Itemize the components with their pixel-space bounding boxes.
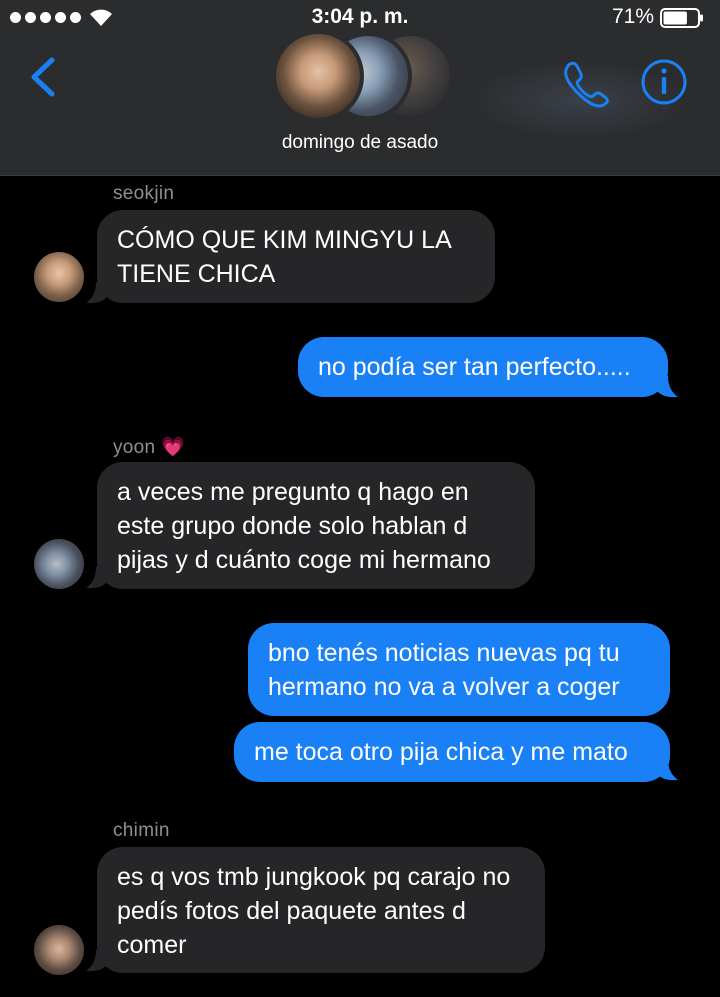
message-bubble-outgoing[interactable]: bno tenés noticias nuevas pq tu hermano …	[248, 623, 670, 716]
message-bubble-incoming[interactable]: es q vos tmb jungkook pq carajo no pedís…	[97, 847, 545, 973]
group-avatars[interactable]	[272, 30, 454, 122]
message-bubble-outgoing[interactable]: no podía ser tan perfecto.....	[298, 337, 668, 397]
avatar-chimin[interactable]	[34, 925, 84, 975]
sender-name: yoon 💗	[113, 437, 185, 458]
chat-header: 3:04 p. m. 71% domingo de asado	[0, 0, 720, 176]
message-bubble-incoming[interactable]: a veces me pregunto q hago en este grupo…	[97, 462, 535, 589]
info-icon	[641, 59, 687, 105]
message-bubble-outgoing[interactable]: me toca otro pija chica y me mato	[234, 722, 670, 782]
status-bar: 3:04 p. m. 71%	[0, 0, 720, 34]
battery-icon	[660, 8, 703, 28]
chevron-left-icon	[31, 57, 55, 97]
message-text: CÓMO QUE KIM MINGYU LA TIENE CHICA	[117, 226, 451, 288]
phone-icon	[564, 61, 609, 108]
message-text: a veces me pregunto q hago en este grupo…	[117, 478, 491, 574]
avatar-yoon[interactable]	[34, 539, 84, 589]
message-text: es q vos tmb jungkook pq carajo no pedís…	[117, 863, 511, 959]
call-button[interactable]	[560, 58, 610, 108]
message-text: no podía ser tan perfecto.....	[318, 353, 631, 381]
avatar-seokjin[interactable]	[34, 252, 84, 302]
group-name[interactable]: domingo de asado	[0, 132, 720, 154]
battery-percent: 71%	[612, 5, 655, 28]
group-avatar-1	[272, 30, 364, 122]
back-button[interactable]	[22, 52, 66, 102]
sender-name: chimin	[113, 820, 170, 841]
message-text: me toca otro pija chica y me mato	[254, 738, 628, 766]
message-bubble-incoming[interactable]: CÓMO QUE KIM MINGYU LA TIENE CHICA	[97, 210, 495, 303]
info-button[interactable]	[640, 58, 688, 106]
sender-name: seokjin	[113, 183, 175, 204]
message-text: bno tenés noticias nuevas pq tu hermano …	[268, 639, 620, 701]
